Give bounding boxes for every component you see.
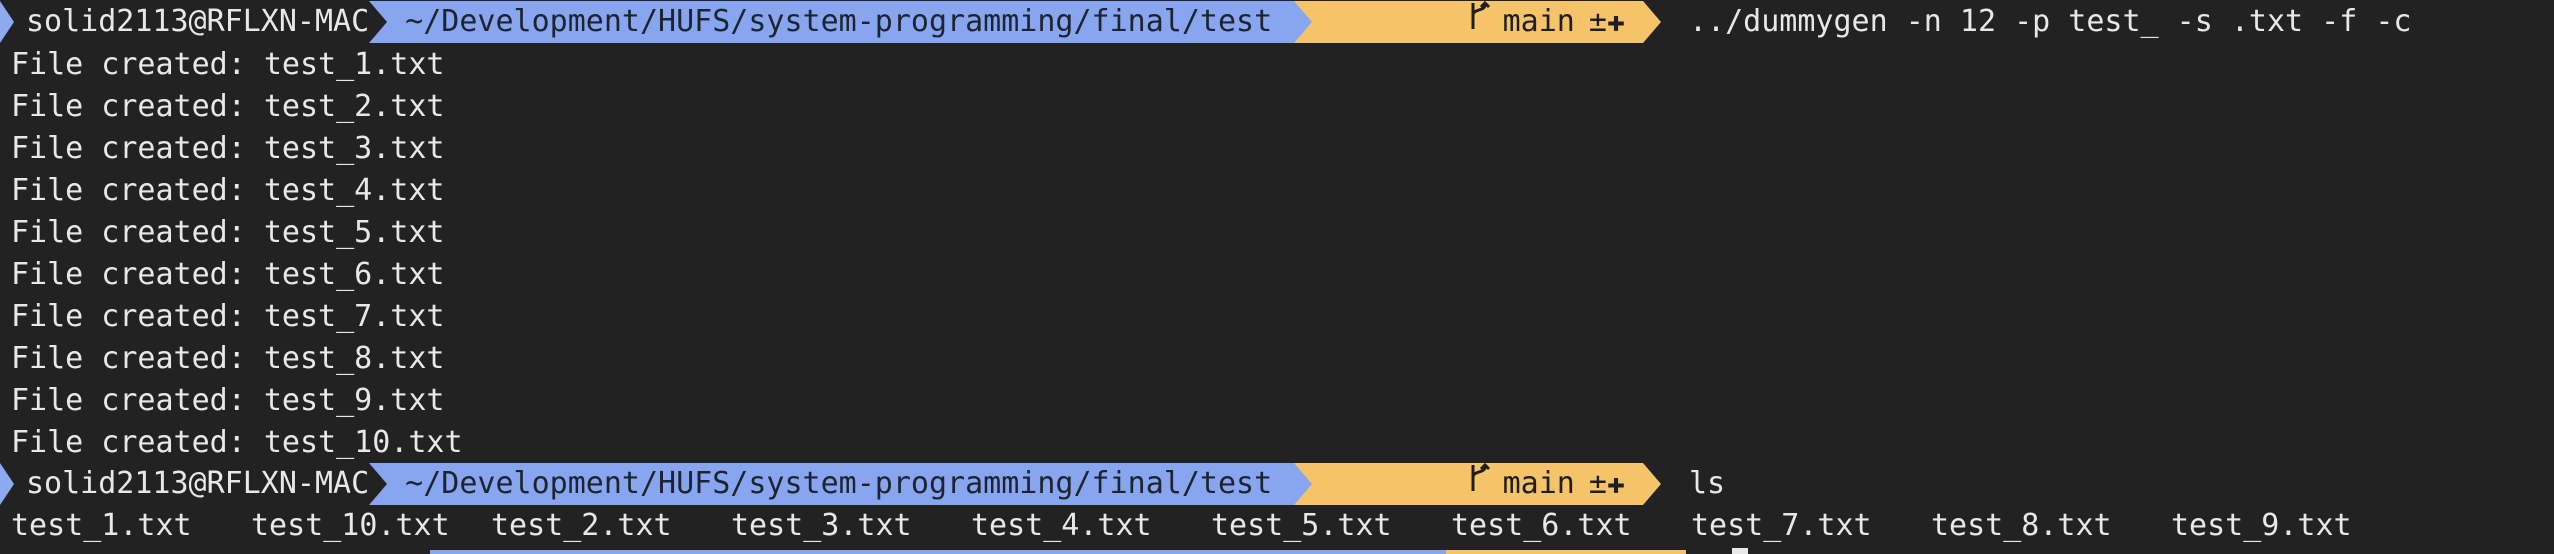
branch-icon <box>1324 0 1491 85</box>
ls-file-entry: test_8.txt <box>1931 508 2112 543</box>
output-line: File created: test_8.txt <box>11 341 445 376</box>
prompt-git-segment: main ±✚ <box>1312 462 1643 505</box>
prompt-git-status: ±✚ <box>1588 4 1625 39</box>
prompt-path-segment: ~/Development/HUFS/system-programming/fi… <box>387 1 1295 43</box>
prompt-start-arrow-icon <box>0 1 14 43</box>
prompt-command: ../dummygen -n 12 -p test_ -s .txt -f -c <box>1661 1 2411 43</box>
ls-file-entry: test_7.txt <box>1691 508 1872 543</box>
powerline-separator-icon <box>369 463 388 505</box>
output-line: File created: test_1.txt <box>11 47 445 82</box>
terminal-cursor <box>1732 548 1748 554</box>
output-line: File created: test_10.txt <box>11 425 463 460</box>
ls-file-entry: test_1.txt <box>11 508 192 543</box>
prompt-path: ~/Development/HUFS/system-programming/fi… <box>405 466 1273 501</box>
prompt-command: ls <box>1661 463 1725 505</box>
command-text: ls <box>1689 466 1726 501</box>
prompt-user-segment: solid2113@RFLXN-MAC <box>0 463 370 505</box>
prompt-path: ~/Development/HUFS/system-programming/fi… <box>405 4 1273 39</box>
powerline-separator-icon <box>1294 463 1313 505</box>
prompt-line-1: solid2113@RFLXN-MAC ~/Development/HUFS/s… <box>0 0 2554 43</box>
output-line: File created: test_6.txt <box>11 257 445 292</box>
command-text: ../dummygen -n 12 -p test_ -s .txt -f -c <box>1689 4 2412 39</box>
ls-file-entry: test_6.txt <box>1451 508 1632 543</box>
prompt-branch-name: main <box>1502 466 1575 501</box>
ls-file-entry: test_2.txt <box>491 508 672 543</box>
output-line: File created: test_9.txt <box>11 383 445 418</box>
next-prompt-git-strip <box>1446 550 1686 554</box>
prompt-user-segment: solid2113@RFLXN-MAC <box>0 1 370 43</box>
powerline-separator-icon <box>1643 463 1661 505</box>
output-line: File created: test_2.txt <box>11 89 445 124</box>
ls-file-entry: test_9.txt <box>2171 508 2352 543</box>
ls-file-entry: test_3.txt <box>731 508 912 543</box>
output-line: File created: test_4.txt <box>11 173 445 208</box>
prompt-git-segment: main ±✚ <box>1312 0 1643 43</box>
ls-file-entry: test_4.txt <box>971 508 1152 543</box>
output-line: File created: test_3.txt <box>11 131 445 166</box>
prompt-branch-name: main <box>1502 4 1575 39</box>
prompt-git-status: ±✚ <box>1588 466 1625 501</box>
prompt-line-2: solid2113@RFLXN-MAC ~/Development/HUFS/s… <box>0 462 2554 505</box>
powerline-separator-icon <box>1294 1 1313 43</box>
ls-file-entry: test_5.txt <box>1211 508 1392 543</box>
output-line: File created: test_5.txt <box>11 215 445 250</box>
ls-output: test_1.txt test_10.txt test_2.txt test_3… <box>11 505 2411 547</box>
prompt-user-host: solid2113@RFLXN-MAC <box>26 466 370 501</box>
terminal-window[interactable]: solid2113@RFLXN-MAC ~/Development/HUFS/s… <box>0 0 2554 554</box>
prompt-user-host: solid2113@RFLXN-MAC <box>26 4 370 39</box>
powerline-separator-icon <box>1643 1 1661 43</box>
ls-file-entry: test_10.txt <box>251 508 450 543</box>
prompt-start-arrow-icon <box>0 463 14 505</box>
powerline-separator-icon <box>369 1 388 43</box>
next-prompt-path-strip <box>430 550 1446 554</box>
prompt-path-segment: ~/Development/HUFS/system-programming/fi… <box>387 463 1295 505</box>
output-line: File created: test_7.txt <box>11 299 445 334</box>
